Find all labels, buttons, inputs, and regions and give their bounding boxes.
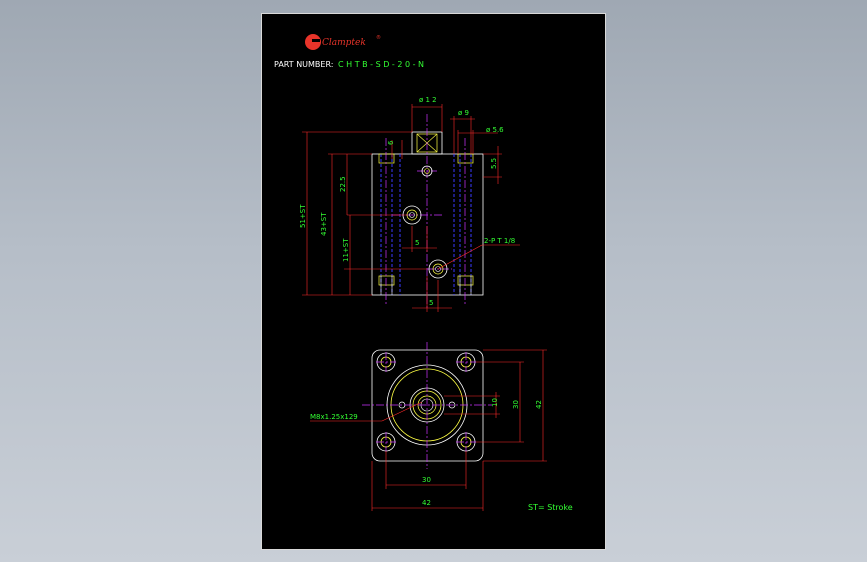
cad-drawing: Clamptek ® PART NUMBER: C H T B - S D - … xyxy=(274,34,573,512)
cylinder-body xyxy=(371,153,484,296)
dim-10: 10 xyxy=(491,398,499,407)
front-view: ø 1 2 ø 9 ø 5.6 6 5.5 22.5 51+ST 43+ST 1… xyxy=(299,96,520,312)
dim-11-st: 11+ST xyxy=(342,238,350,262)
port-callout: 2-P T 1/8 xyxy=(484,237,515,245)
dim-d12: ø 1 2 xyxy=(419,96,437,104)
dim-6: 6 xyxy=(387,140,395,145)
clamptek-logo: Clamptek ® xyxy=(305,34,381,50)
stroke-note: ST= Stroke xyxy=(528,503,573,512)
drawing-sheet: Clamptek ® PART NUMBER: C H T B - S D - … xyxy=(261,13,606,550)
dim-43-st: 43+ST xyxy=(320,212,328,236)
brand-mark: ® xyxy=(376,34,381,41)
corner-bolts xyxy=(376,352,476,452)
dim-22-5: 22.5 xyxy=(339,176,347,192)
end-view: 30 42 30 42 10 M8x1.25x129 xyxy=(310,342,547,511)
dim-42-horizontal: 42 xyxy=(422,499,431,507)
dim-30-horizontal: 30 xyxy=(422,476,431,484)
dim-d56: ø 5.6 xyxy=(486,126,504,134)
thread-callout: M8x1.25x129 xyxy=(310,413,358,421)
part-number-value: C H T B - S D - 2 0 - N xyxy=(338,60,424,69)
dim-42-vertical: 42 xyxy=(535,400,543,409)
dim-30-vertical: 30 xyxy=(512,400,520,409)
dim-d9: ø 9 xyxy=(458,109,469,117)
dim-5-upper: 5 xyxy=(415,239,419,247)
dim-51-st: 51+ST xyxy=(299,204,307,228)
part-number-label: PART NUMBER: xyxy=(274,60,333,69)
brand-name: Clamptek xyxy=(322,38,366,48)
dim-5-5: 5.5 xyxy=(490,158,498,169)
dim-5-lower: 5 xyxy=(429,299,433,307)
